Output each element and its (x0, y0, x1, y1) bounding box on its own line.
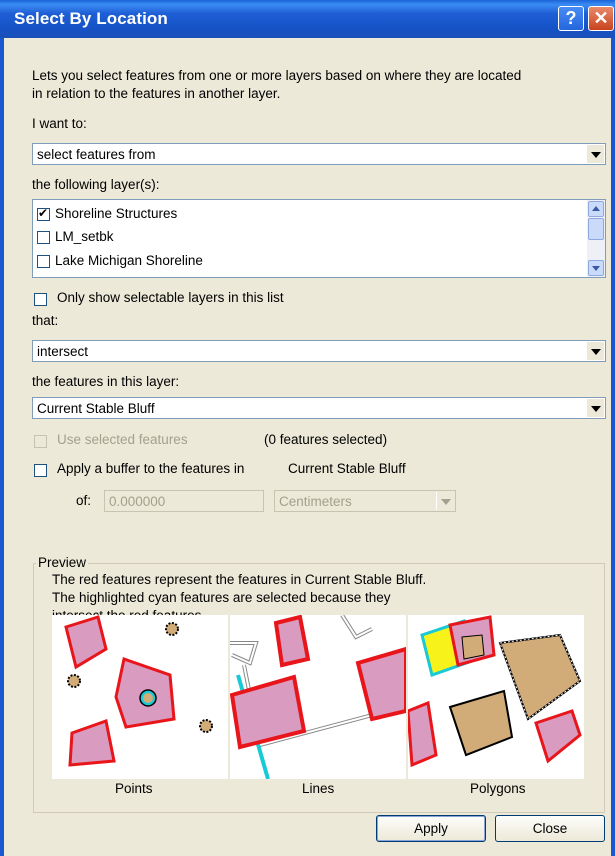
window-title: Select By Location (14, 9, 168, 28)
scroll-down-button[interactable] (588, 260, 604, 276)
only-selectable-label: Only show selectable layers in this list (57, 290, 284, 305)
relation-value: intersect (37, 344, 89, 359)
description-line-2: in relation to the features in another l… (32, 86, 281, 101)
layers-scrollbar[interactable] (587, 200, 605, 277)
scroll-up-button[interactable] (588, 201, 604, 217)
buffer-of-label: of: (76, 493, 92, 508)
buffer-units-dropdown[interactable]: Centimeters (274, 490, 456, 512)
method-value: select features from (37, 147, 156, 162)
help-button[interactable]: ? (558, 6, 584, 31)
layers-list[interactable]: Shoreline Structures LM_setbk Lake Michi… (32, 199, 606, 278)
buffer-units-value: Centimeters (279, 494, 352, 509)
select-by-location-dialog: Select By Location ? ✕ Lets you select f… (0, 0, 615, 856)
chevron-down-icon[interactable] (586, 399, 604, 417)
apply-buffer-label: Apply a buffer to the features in (57, 461, 245, 476)
points-caption: Points (115, 781, 153, 796)
relation-label: that: (32, 313, 59, 328)
layer-checkbox[interactable] (37, 231, 50, 244)
chevron-down-icon[interactable] (436, 492, 454, 510)
only-selectable-checkbox[interactable] (34, 293, 47, 306)
buffer-distance-value: 0.000000 (109, 494, 166, 509)
close-window-button[interactable]: ✕ (588, 6, 614, 31)
lines-caption: Lines (302, 781, 335, 796)
chevron-down-icon[interactable] (586, 145, 604, 163)
use-selected-label: Use selected features (57, 432, 188, 447)
method-dropdown[interactable]: select features from (32, 143, 606, 165)
source-layer-value: Current Stable Bluff (37, 401, 155, 416)
description-line-1: Lets you select features from one or mor… (32, 68, 522, 83)
layer-label: Lake Michigan Shoreline (55, 253, 203, 268)
title-bar[interactable]: Select By Location ? ✕ (0, 0, 615, 38)
layer-checkbox[interactable] (37, 255, 50, 268)
lines-preview-image (230, 615, 406, 779)
layer-label: LM_setbk (55, 229, 114, 244)
buffer-distance-input[interactable]: 0.000000 (104, 490, 264, 512)
use-selected-checkbox[interactable] (34, 435, 47, 448)
polygons-preview-image (408, 615, 584, 779)
layer-checkbox[interactable] (37, 206, 50, 221)
close-button[interactable]: Close (495, 815, 605, 842)
points-preview-image (52, 615, 228, 779)
apply-buffer-checkbox[interactable] (34, 464, 47, 477)
buffer-layer-name: Current Stable Bluff (288, 461, 406, 476)
preview-text-2: The highlighted cyan features are select… (52, 590, 391, 605)
window-frame-left (0, 38, 4, 856)
source-layer-dropdown[interactable]: Current Stable Bluff (32, 397, 606, 419)
polygons-caption: Polygons (470, 781, 526, 796)
relation-dropdown[interactable]: intersect (32, 340, 606, 362)
preview-legend: Preview (36, 555, 89, 570)
layer-label: Shoreline Structures (55, 206, 178, 221)
window-frame-right (611, 38, 615, 856)
preview-text-1: The red features represent the features … (52, 572, 427, 587)
selected-count: (0 features selected) (264, 432, 388, 447)
source-layer-label: the features in this layer: (32, 374, 180, 389)
layers-label: the following layer(s): (32, 177, 160, 192)
apply-button[interactable]: Apply (376, 815, 486, 842)
scroll-thumb[interactable] (588, 218, 604, 240)
method-label: I want to: (32, 116, 87, 131)
chevron-down-icon[interactable] (586, 342, 604, 360)
